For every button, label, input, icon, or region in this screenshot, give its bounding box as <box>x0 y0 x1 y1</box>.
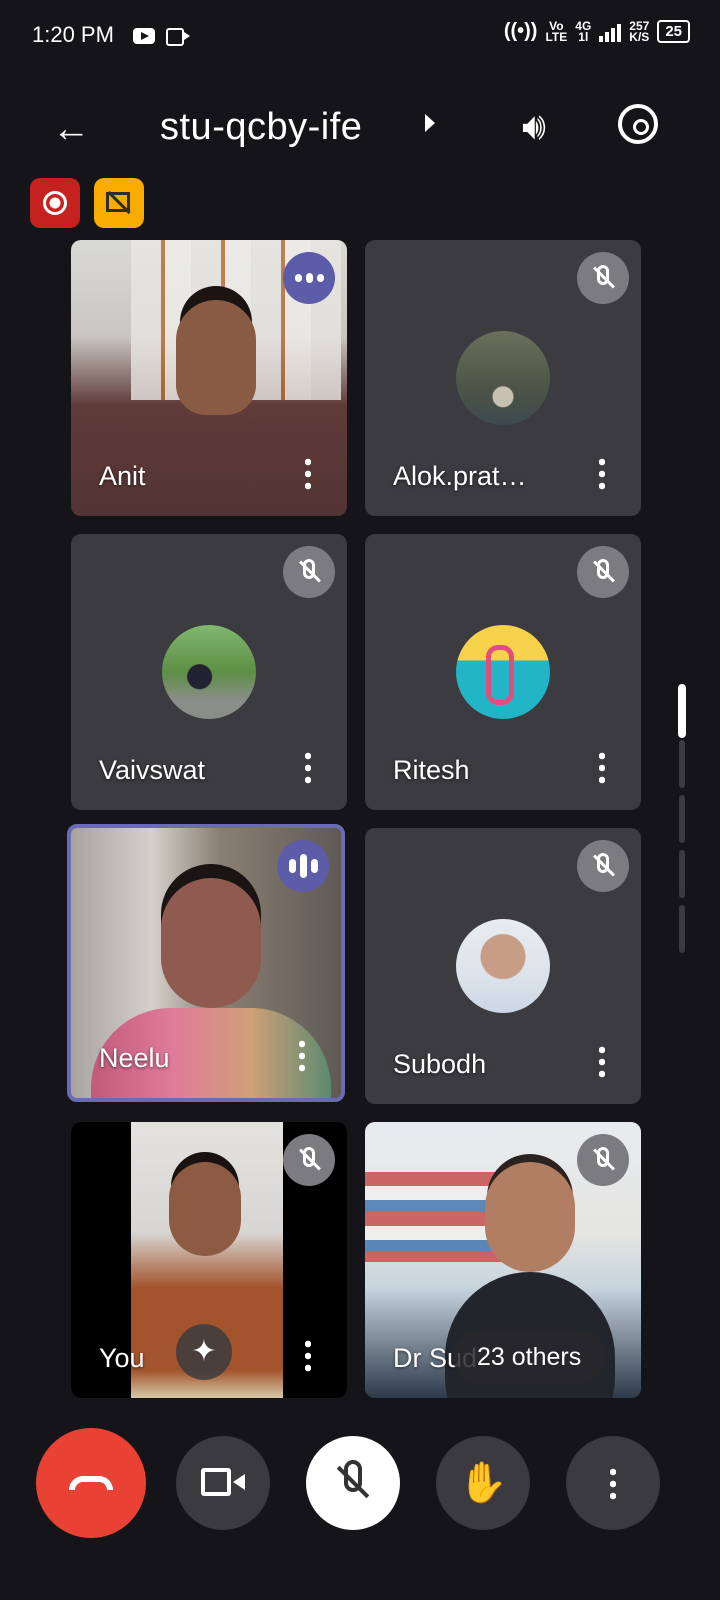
others-count-chip[interactable]: 23 others <box>453 1330 606 1384</box>
more-vert-icon[interactable] <box>599 456 605 490</box>
call-controls: ✋ <box>0 1420 720 1560</box>
hotspot-icon: ((•)) <box>503 20 538 42</box>
avatar <box>456 331 550 425</box>
scroll-segment[interactable] <box>679 740 685 788</box>
mic-off-icon <box>283 546 335 598</box>
mic-off-icon <box>283 1134 335 1186</box>
camera-toggle-button[interactable] <box>176 1436 270 1530</box>
participant-tile[interactable]: Anit <box>71 240 347 516</box>
participant-tile[interactable]: Alok.prat… <box>365 240 641 516</box>
mic-off-icon <box>577 840 629 892</box>
participant-name: Vaivswat <box>99 755 206 785</box>
more-vert-icon[interactable] <box>599 1044 605 1078</box>
participant-name: You <box>99 1343 145 1373</box>
network-speed: 257 K/S <box>629 18 650 44</box>
meeting-top-bar: ← stu-qcby-ife 🔊︎ <box>0 90 720 170</box>
scroll-segment[interactable] <box>679 850 685 898</box>
more-vert-icon[interactable] <box>305 456 311 490</box>
raise-hand-button[interactable]: ✋ <box>436 1436 530 1530</box>
camera-restricted-badge[interactable] <box>94 178 144 228</box>
mic-toggle-button[interactable] <box>306 1436 400 1530</box>
participant-name: Anit <box>99 461 146 491</box>
scroll-segment[interactable] <box>679 905 685 953</box>
meeting-title[interactable]: stu-qcby-ife <box>160 106 362 149</box>
mic-off-icon <box>577 252 629 304</box>
caret-right-icon[interactable] <box>425 114 435 132</box>
switch-camera-icon[interactable] <box>618 104 658 144</box>
more-vert-icon[interactable] <box>305 1338 311 1372</box>
participant-tile[interactable]: Dr Sud 23 others <box>365 1122 641 1398</box>
speaking-indicator-icon <box>277 840 329 892</box>
avatar <box>162 625 256 719</box>
sparkle-effects-icon[interactable]: ✦ <box>176 1324 232 1380</box>
speaking-indicator-icon <box>283 252 335 304</box>
more-vert-icon[interactable] <box>305 750 311 784</box>
end-call-button[interactable] <box>36 1428 146 1538</box>
video-notification-icon <box>166 28 190 46</box>
speaker-icon[interactable]: 🔊︎ <box>522 106 546 149</box>
participant-name: Alok.prat… <box>393 461 527 491</box>
scroll-thumb[interactable] <box>678 684 686 738</box>
avatar <box>456 625 550 719</box>
recording-badge[interactable] <box>30 178 80 228</box>
battery-icon: 25 <box>657 20 690 43</box>
system-icons: ((•)) Vo LTE 4G 1l 257 K/S 25 <box>504 20 690 43</box>
scroll-segment[interactable] <box>679 795 685 843</box>
avatar <box>456 919 550 1013</box>
participant-tile[interactable]: Subodh <box>365 828 641 1104</box>
more-vert-icon[interactable] <box>299 1038 305 1072</box>
participant-tile[interactable]: Vaivswat <box>71 534 347 810</box>
signal-icon <box>599 22 622 42</box>
participant-tile[interactable]: Ritesh <box>365 534 641 810</box>
participant-name: Neelu <box>99 1043 170 1073</box>
participant-name: Ritesh <box>393 755 470 785</box>
more-vert-icon[interactable] <box>599 750 605 784</box>
self-tile[interactable]: You ✦ <box>71 1122 347 1398</box>
status-time: 1:20 PM <box>32 22 114 47</box>
volte-indicator: Vo LTE <box>545 18 568 44</box>
status-bar: 1:20 PM ((•)) Vo LTE 4G 1l 257 K/S 25 <box>0 0 720 72</box>
back-arrow-icon[interactable]: ← <box>52 108 90 151</box>
participant-tile-active[interactable]: Neelu <box>67 824 345 1102</box>
mic-off-icon <box>577 1134 629 1186</box>
more-options-button[interactable] <box>566 1436 660 1530</box>
tile-page-scrollbar[interactable] <box>678 684 688 956</box>
youtube-icon <box>133 28 155 44</box>
mic-off-icon <box>577 546 629 598</box>
participant-name: Subodh <box>393 1049 487 1079</box>
network-type: 4G 1l <box>575 18 592 44</box>
